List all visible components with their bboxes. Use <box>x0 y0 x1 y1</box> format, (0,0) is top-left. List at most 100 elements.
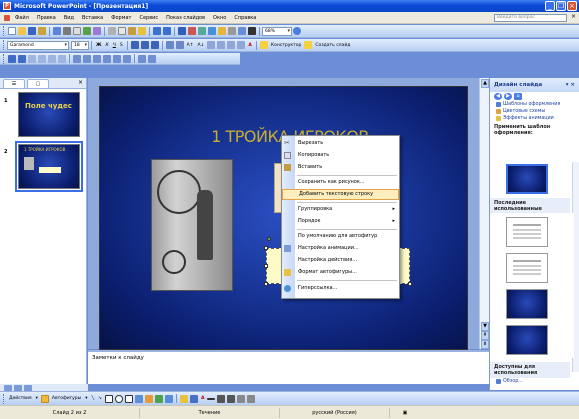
autoshapes-menu[interactable]: Автофигуры <box>52 396 81 401</box>
color-grayscale-icon[interactable] <box>248 27 256 35</box>
insert-table-icon[interactable] <box>188 27 196 35</box>
restore-button[interactable]: ❐ <box>556 1 566 11</box>
open-icon[interactable] <box>18 27 26 35</box>
template-thumbnail[interactable] <box>506 164 548 194</box>
line-icon[interactable]: ╲ <box>91 396 94 401</box>
menu-item-order[interactable]: Порядок ▸ <box>282 216 399 227</box>
decrease-indent-icon[interactable] <box>207 41 216 49</box>
permission-icon[interactable] <box>38 27 46 35</box>
scroll-up-icon[interactable]: ▲ <box>481 79 489 88</box>
help-icon[interactable] <box>293 27 301 35</box>
3d-style-icon[interactable] <box>247 394 256 403</box>
line-color-icon[interactable] <box>189 394 198 403</box>
demote-icon[interactable] <box>18 54 26 63</box>
insert-chart-icon[interactable] <box>178 27 186 35</box>
resize-handle[interactable] <box>408 282 412 286</box>
arrow-icon[interactable]: ↘ <box>98 396 102 401</box>
menu-item-format-autoshape[interactable]: Формат автофигуры... <box>282 267 399 278</box>
show-formatting-icon[interactable] <box>83 54 91 63</box>
tables-borders-icon[interactable] <box>198 27 206 35</box>
menu-item-grouping[interactable]: Группировка ▸ <box>282 204 399 215</box>
help-search-input[interactable]: Введите вопрос <box>494 14 567 22</box>
close-doc-icon[interactable]: × <box>571 13 576 20</box>
move-down-icon[interactable] <box>38 54 46 63</box>
increase-indent-icon[interactable] <box>217 41 226 49</box>
new-slide-button[interactable]: Создать слайд <box>315 43 350 48</box>
menu-item-action-settings[interactable]: Настройка действия... <box>282 255 399 266</box>
toolbar-grip[interactable] <box>3 40 5 50</box>
color-schemes-link[interactable]: Цветовые схемы <box>490 108 579 115</box>
resize-handle[interactable] <box>264 264 268 268</box>
scroll-down-icon[interactable]: ▼ <box>481 322 489 331</box>
menu-view[interactable]: Вид <box>60 15 78 21</box>
table-icon[interactable] <box>93 54 101 63</box>
new-icon[interactable] <box>8 27 16 35</box>
bold-icon[interactable]: Ж <box>96 43 102 48</box>
minimize-button[interactable]: _ <box>545 1 555 11</box>
expand-icon[interactable] <box>58 54 66 63</box>
menu-item-custom-animation[interactable]: Настройка анимации... <box>282 243 399 254</box>
copy-icon[interactable] <box>118 27 126 35</box>
design-templates-link[interactable]: Шаблоны оформления <box>490 101 579 108</box>
email-icon[interactable] <box>53 27 61 35</box>
font-color-icon[interactable]: A <box>248 43 251 48</box>
animation-effects-link[interactable]: Эффекты анимации <box>490 115 579 122</box>
line-style-icon[interactable] <box>207 397 216 400</box>
expand-all-icon[interactable] <box>218 27 226 35</box>
underline-icon[interactable]: Ч <box>113 43 116 48</box>
picture-icon[interactable] <box>164 394 173 403</box>
design-button[interactable]: Конструктор <box>271 43 301 48</box>
save-icon[interactable] <box>28 27 36 35</box>
align-center-icon[interactable] <box>140 41 149 49</box>
textbox-icon[interactable] <box>124 394 133 403</box>
browse-link[interactable]: Обзор... <box>490 378 523 385</box>
show-formatting-icon[interactable] <box>228 27 236 35</box>
merge-icon[interactable] <box>113 54 121 63</box>
menu-item-cut[interactable]: ✂ Вырезать <box>282 138 399 149</box>
menu-format[interactable]: Формат <box>107 15 135 21</box>
rectangle-icon[interactable] <box>104 394 113 403</box>
template-thumbnail[interactable] <box>506 217 548 247</box>
template-thumbnail[interactable] <box>506 253 548 283</box>
design-icon[interactable] <box>259 41 268 49</box>
close-panel-icon[interactable]: × <box>78 79 83 86</box>
increase-font-icon[interactable]: A↑ <box>187 43 194 48</box>
spelling-icon[interactable] <box>83 27 91 35</box>
tab-slides[interactable]: ▢ <box>27 79 49 88</box>
align-right-icon[interactable] <box>150 41 159 49</box>
slide-thumbnail-2[interactable]: 1 ТРОЙКА ИГРОКОВ <box>15 141 83 192</box>
menu-item-paste[interactable]: Вставить <box>282 162 399 173</box>
rotate-handle[interactable] <box>267 237 271 241</box>
paste-icon[interactable] <box>128 27 136 35</box>
fill-color-icon[interactable] <box>179 394 188 403</box>
document-icon[interactable] <box>4 14 10 21</box>
pen-icon[interactable] <box>138 54 146 63</box>
menu-window[interactable]: Окно <box>209 15 230 21</box>
slide-thumbnail-1[interactable]: Поле чудес <box>18 92 80 137</box>
undo-icon[interactable] <box>153 27 161 35</box>
menu-item-copy[interactable]: Копировать <box>282 150 399 161</box>
template-thumbnail[interactable] <box>506 325 548 355</box>
vintage-photo-bicycle[interactable] <box>151 159 233 291</box>
italic-icon[interactable]: К <box>106 43 109 48</box>
chevron-down-icon[interactable]: ▾ <box>36 396 38 401</box>
prev-slide-icon[interactable]: ⇞ <box>481 331 489 340</box>
paragraph-spacing-icon[interactable] <box>237 41 246 49</box>
arrow-style-icon[interactable] <box>227 394 236 403</box>
promote-icon[interactable] <box>8 54 16 63</box>
toolbar-grip[interactable] <box>3 26 5 36</box>
menu-slideshow[interactable]: Показ слайдов <box>162 15 209 21</box>
select-objects-icon[interactable] <box>40 394 49 403</box>
distribute-icon[interactable] <box>123 54 131 63</box>
font-color-icon[interactable]: A <box>201 396 204 401</box>
menu-item-autoshape-default[interactable]: По умолчанию для автофигур <box>282 231 399 242</box>
format-painter-icon[interactable] <box>138 27 146 35</box>
shadow-icon[interactable]: S <box>120 43 123 48</box>
shadow-style-icon[interactable] <box>237 394 246 403</box>
menu-insert[interactable]: Вставка <box>78 15 107 21</box>
notes-pane[interactable]: Заметки к слайду <box>88 350 489 384</box>
font-select[interactable]: Garamond <box>7 40 69 50</box>
menu-item-save-as-picture[interactable]: Сохранить как рисунок... <box>282 177 399 188</box>
columns-icon[interactable] <box>103 54 111 63</box>
dash-style-icon[interactable] <box>217 394 226 403</box>
